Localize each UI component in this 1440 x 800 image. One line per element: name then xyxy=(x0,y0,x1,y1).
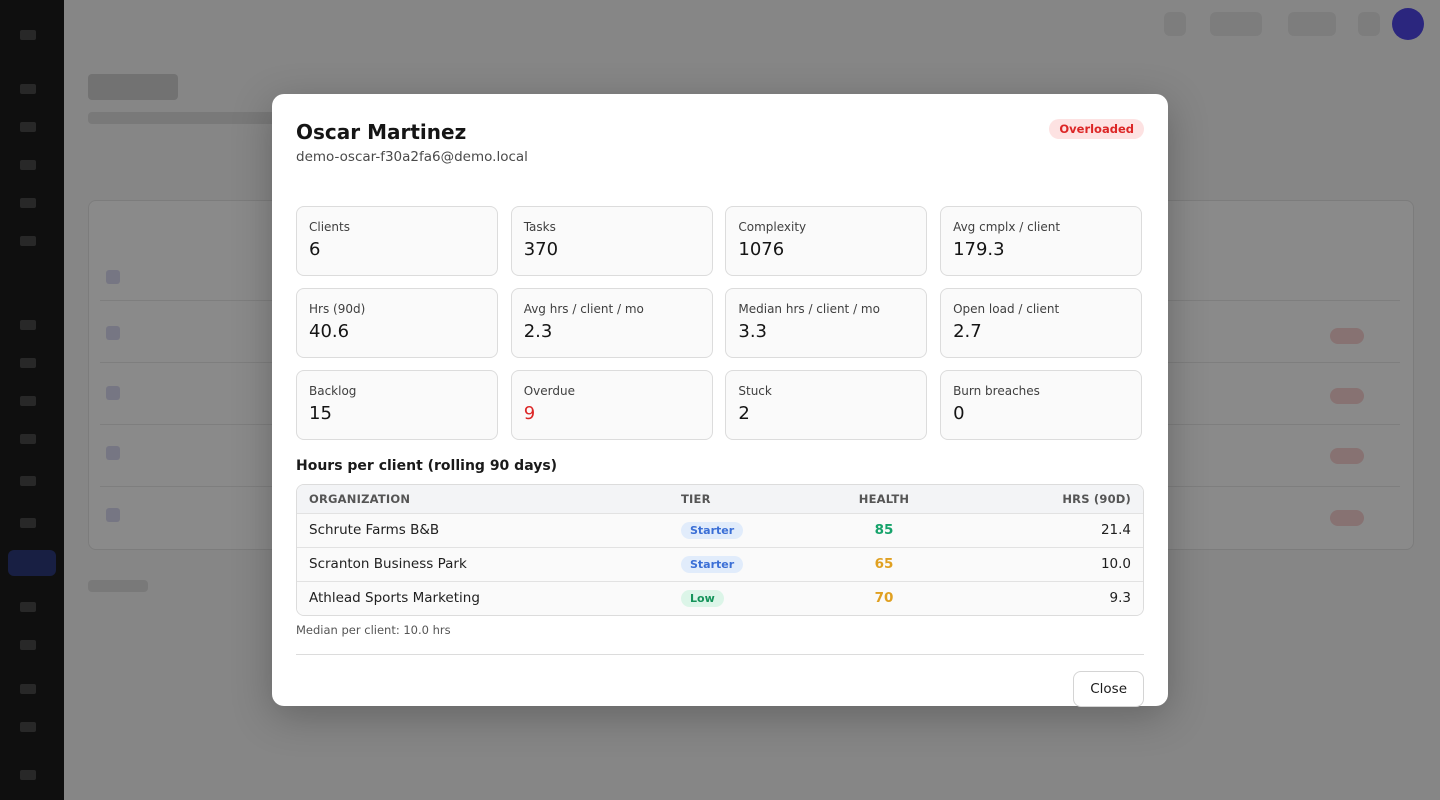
cell-hours: 21.4 xyxy=(959,512,1143,547)
stat-card-avg-complexity: Avg cmplx / client 179.3 xyxy=(940,206,1143,276)
stat-card-median-hours: Median hrs / client / mo 3.3 xyxy=(725,288,928,358)
column-header-health: HEALTH xyxy=(858,491,910,506)
cell-organization: Schrute Farms B&B xyxy=(297,512,669,547)
stat-label: Avg cmplx / client xyxy=(953,220,1061,234)
stat-value: 9 xyxy=(523,403,536,424)
cell-tier: Starter xyxy=(669,512,809,547)
user-email: demo-oscar-f30a2fa6@demo.local xyxy=(296,149,528,165)
close-button[interactable]: Close xyxy=(1073,671,1144,707)
stat-value: 2.3 xyxy=(523,321,553,342)
stat-label: Hrs (90d) xyxy=(309,302,366,316)
cell-tier: Low xyxy=(669,580,809,615)
cell-tier: Starter xyxy=(669,546,809,581)
stat-card-hours-90d: Hrs (90d) 40.6 xyxy=(296,288,498,358)
health-score: 65 xyxy=(874,556,894,572)
stat-card-tasks: Tasks 370 xyxy=(510,206,713,276)
stat-value: 0 xyxy=(953,403,965,424)
health-score: 85 xyxy=(874,522,894,538)
health-score: 70 xyxy=(874,590,894,607)
stat-card-avg-hours: Avg hrs / client / mo 2.3 xyxy=(510,288,713,358)
client-load-modal: Oscar Martinez demo-oscar-f30a2fa6@demo.… xyxy=(272,94,1168,707)
stat-label: Median hrs / client / mo xyxy=(738,302,880,316)
cell-organization: Scranton Business Park xyxy=(297,546,669,581)
cell-health: 70 xyxy=(809,580,959,615)
stat-value: 2 xyxy=(738,403,750,424)
stats-grid: Clients 6 Tasks 370 Complexity 1076 Avg … xyxy=(296,206,1144,440)
stat-value: 2.7 xyxy=(953,321,982,342)
stat-value: 6 xyxy=(309,239,321,260)
tier-badge: Starter xyxy=(681,555,744,573)
cell-organization: Athlead Sports Marketing xyxy=(297,580,669,615)
stat-card-backlog: Backlog 15 xyxy=(296,370,498,440)
cell-hours: 10.0 xyxy=(959,546,1143,581)
stat-value: 370 xyxy=(523,239,559,260)
cell-health: 65 xyxy=(809,546,959,581)
column-header-tier: TIER xyxy=(681,491,711,506)
stat-value: 1076 xyxy=(738,239,785,260)
table-row: Athlead Sports Marketing Low 70 9.3 xyxy=(297,580,1143,615)
stat-label: Complexity xyxy=(738,220,807,234)
stat-label: Stuck xyxy=(738,384,772,398)
stat-label: Open load / client xyxy=(953,302,1060,316)
hours-per-client-table: ORGANIZATION TIER HEALTH HRS (90D) Schru… xyxy=(296,484,1144,616)
column-header-hours: HRS (90D) xyxy=(1062,491,1131,506)
stat-label: Burn breaches xyxy=(953,384,1040,398)
stat-card-open-load: Open load / client 2.7 xyxy=(940,288,1143,358)
stat-label: Overdue xyxy=(523,384,575,398)
stat-value: 15 xyxy=(309,403,332,424)
stat-value: 40.6 xyxy=(309,321,350,342)
status-badge: Overloaded xyxy=(1049,119,1144,139)
stat-card-clients: Clients 6 xyxy=(296,206,498,276)
stat-card-overdue: Overdue 9 xyxy=(510,370,713,440)
tier-badge: Starter xyxy=(681,521,744,539)
section-title: Hours per client (rolling 90 days) xyxy=(296,458,558,474)
stat-label: Tasks xyxy=(523,220,556,234)
modal-footer: Close xyxy=(296,655,1144,731)
table-row: Schrute Farms B&B Starter 85 21.4 xyxy=(297,512,1143,547)
cell-hours: 9.3 xyxy=(959,580,1143,615)
tier-badge: Low xyxy=(681,589,724,607)
stat-label: Clients xyxy=(309,220,350,234)
modal-title: Oscar Martinez xyxy=(296,120,467,144)
table-row: Scranton Business Park Starter 65 10.0 xyxy=(297,546,1143,581)
column-header-organization: ORGANIZATION xyxy=(309,491,411,506)
stat-card-burn-breaches: Burn breaches 0 xyxy=(940,370,1143,440)
stat-card-complexity: Complexity 1076 xyxy=(725,206,928,276)
cell-health: 85 xyxy=(809,512,959,547)
stat-value: 179.3 xyxy=(953,239,1005,260)
stat-card-stuck: Stuck 2 xyxy=(725,370,928,440)
stat-label: Avg hrs / client / mo xyxy=(523,302,644,316)
stat-label: Backlog xyxy=(309,384,357,398)
modal-header: Oscar Martinez demo-oscar-f30a2fa6@demo.… xyxy=(296,118,1144,192)
stat-value: 3.3 xyxy=(738,321,768,342)
median-note: Median per client: 10.0 hrs xyxy=(296,623,451,637)
table-header-row: ORGANIZATION TIER HEALTH HRS (90D) xyxy=(297,485,1143,513)
